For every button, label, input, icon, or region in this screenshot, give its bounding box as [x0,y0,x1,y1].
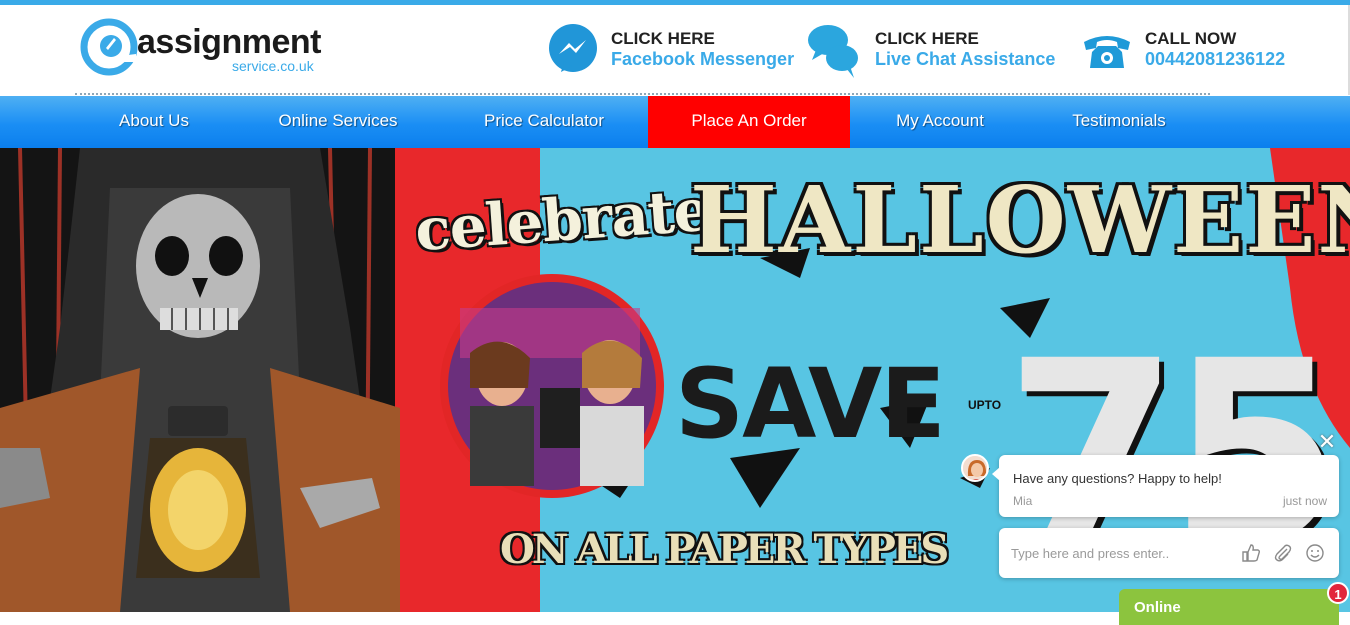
paperclip-icon[interactable] [1273,543,1293,563]
thumbs-up-icon[interactable] [1241,543,1261,563]
site-logo[interactable]: assignment service.co.uk [80,16,340,80]
nav-place-an-order[interactable]: Place An Order [648,96,850,148]
call-now-link[interactable]: CALL NOW 00442081236122 [1082,22,1292,78]
chat-message-time: just now [1282,494,1327,508]
banner-subtitle: ON ALL PAPER TYPES [500,526,949,573]
phone-number: 00442081236122 [1145,49,1286,69]
header-divider [75,93,1210,95]
live-chat-link[interactable]: CLICK HERE Live Chat Assistance [806,22,1066,78]
chat-online-tab[interactable]: Online [1119,589,1339,625]
call-now-caption: CALL NOW [1145,29,1237,48]
live-chat-label: Live Chat Assistance [875,49,1056,69]
page: assignment service.co.uk CLICK HERE Face… [0,0,1350,625]
unread-count-badge: 1 [1327,582,1349,604]
messenger-caption: CLICK HERE [611,29,715,48]
banner-upto-text: UPTO [968,398,1002,412]
logo-mark-icon [80,18,138,76]
messenger-label: Facebook Messenger [611,49,795,69]
chat-bubbles-icon [808,25,858,78]
telephone-icon [1084,36,1130,68]
chat-message-text: Have any questions? Happy to help! [1013,471,1222,486]
main-nav: About Us Online Services Price Calculato… [0,96,1350,148]
nav-online-services[interactable]: Online Services [268,96,408,148]
chat-compose-box [999,528,1339,578]
facebook-messenger-link[interactable]: CLICK HERE Facebook Messenger [546,22,806,78]
chat-message-input[interactable] [1011,542,1231,564]
emoji-icon[interactable] [1305,543,1325,563]
logo-name: assignment [137,23,321,61]
live-chat-caption: CLICK HERE [875,29,979,48]
banner-save-text: SAVE [675,348,946,460]
nav-testimonials[interactable]: Testimonials [1062,96,1176,148]
chat-close-icon[interactable]: ✕ [1316,431,1338,453]
nav-price-calculator[interactable]: Price Calculator [476,96,612,148]
logo-domain: service.co.uk [232,58,314,74]
chat-agent-name: Mia [1013,494,1033,508]
nav-my-account[interactable]: My Account [880,96,1000,148]
banner-title-line2: HALLOWEEN [690,166,1350,274]
agent-avatar [961,454,989,482]
chat-message-bubble: Have any questions? Happy to help! Mia j… [992,455,1339,517]
top-accent-strip [0,0,1350,5]
nav-about-us[interactable]: About Us [100,96,208,148]
messenger-icon [549,24,597,72]
